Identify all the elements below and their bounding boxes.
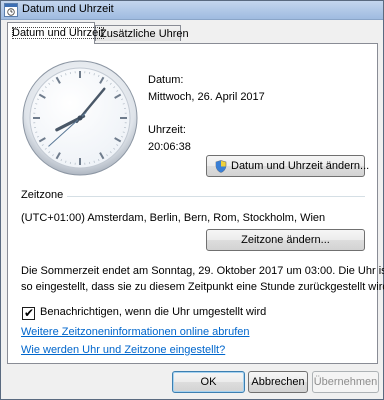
timezone-value: (UTC+01:00) Amsterdam, Berlin, Bern, Rom… xyxy=(21,212,326,224)
tab-additional-clocks[interactable]: Zusätzliche Uhren xyxy=(95,25,189,41)
timezone-divider xyxy=(67,196,365,197)
tab-additional-clocks-label: Zusätzliche Uhren xyxy=(100,28,189,40)
dst-notice-line-1: Die Sommerzeit endet am Sonntag, 29. Okt… xyxy=(21,265,384,277)
ok-button[interactable]: OK xyxy=(172,371,245,393)
apply-button[interactable]: Übernehmen xyxy=(312,371,379,393)
timezone-heading: Zeitzone xyxy=(21,189,64,201)
change-date-time-button[interactable]: Datum und Uhrzeit ändern... xyxy=(206,155,369,177)
date-value: Mittwoch, 26. April 2017 xyxy=(148,91,265,103)
change-date-time-label: Datum und Uhrzeit ändern... xyxy=(231,160,370,172)
dst-notice-line-2: so eingestellt, dass sie zu diesem Zeitp… xyxy=(21,281,384,293)
cancel-button[interactable]: Abbrechen xyxy=(248,371,308,393)
notify-checkbox[interactable]: ✔ xyxy=(22,306,35,320)
clock-icon xyxy=(4,3,18,17)
notify-checkbox-label[interactable]: Benachrichtigen, wenn die Uhr umgestellt… xyxy=(40,306,266,318)
tab-date-time-label: Datum und Uhrzeit xyxy=(12,27,104,39)
shield-icon xyxy=(215,160,227,173)
analog-clock xyxy=(22,60,138,176)
checkmark-icon: ✔ xyxy=(24,306,35,320)
change-timezone-button[interactable]: Zeitzone ändern... xyxy=(206,229,365,251)
date-label: Datum: xyxy=(148,74,184,86)
window-title: Datum und Uhrzeit xyxy=(22,3,114,15)
date-time-dialog: Datum und Uhrzeit Datum und Uhrzeit Zusä… xyxy=(0,0,384,400)
more-timezone-info-link[interactable]: Weitere Zeitzoneninformationen online ab… xyxy=(21,326,250,338)
time-value: 20:06:38 xyxy=(148,141,191,153)
tab-date-time[interactable]: Datum und Uhrzeit xyxy=(7,22,104,44)
clock-center xyxy=(77,115,83,121)
how-clock-set-link[interactable]: Wie werden Uhr und Zeitzone eingestellt? xyxy=(21,344,225,356)
title-bar[interactable]: Datum und Uhrzeit xyxy=(1,1,383,20)
time-label: Uhrzeit: xyxy=(148,124,186,136)
